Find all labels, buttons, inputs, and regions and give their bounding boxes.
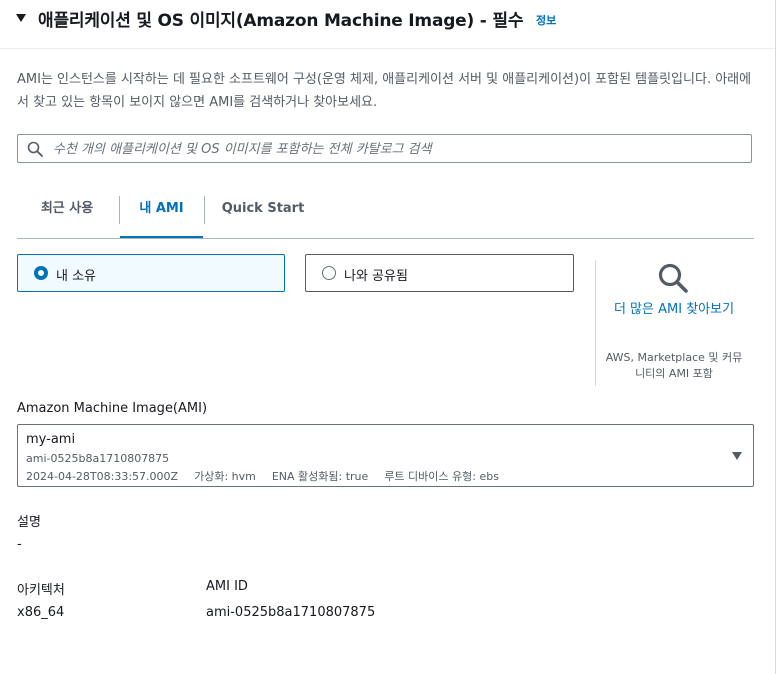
caret-down-icon[interactable]: [16, 14, 26, 22]
shared-with-me-option[interactable]: 나와 공유됨: [305, 254, 574, 292]
ami-name: my-ami: [26, 432, 76, 447]
radio-unselected-icon[interactable]: [322, 266, 336, 280]
architecture-value: x86_64: [17, 605, 65, 620]
ami-id-label: AMI ID: [206, 579, 248, 594]
radio-selected-icon[interactable]: [34, 266, 48, 280]
ami-tabs: 최근 사용 내 AMI Quick Start: [17, 188, 754, 239]
section-title: 애플리케이션 및 OS 이미지(Amazon Machine Image) - …: [38, 11, 524, 31]
tab-divider: [204, 196, 205, 224]
owned-by-me-option[interactable]: 내 소유: [17, 254, 285, 292]
section-header: 애플리케이션 및 OS 이미지(Amazon Machine Image) - …: [0, 0, 775, 49]
description-label: 설명: [17, 515, 41, 530]
ami-id-value: ami-0525b8a1710807875: [206, 605, 376, 620]
ami-id: ami-0525b8a1710807875: [26, 452, 170, 465]
magnifier-icon[interactable]: [657, 262, 689, 294]
info-link[interactable]: 정보: [536, 12, 556, 28]
ami-created: 2024-04-28T08:33:57.000Z: [26, 470, 179, 483]
owned-by-me-label: 내 소유: [56, 269, 97, 284]
search-input[interactable]: [51, 136, 745, 163]
ami-root-device: 루트 디바이스 유형: ebs: [384, 470, 499, 483]
ami-virtualization: 가상화: hvm: [194, 470, 256, 483]
caret-down-icon: [732, 452, 742, 460]
architecture-label: 아키텍처: [17, 583, 65, 598]
browse-note: AWS, Marketplace 및 커뮤니티의 AMI 포함: [605, 351, 743, 380]
ami-select-label: Amazon Machine Image(AMI): [17, 401, 208, 416]
catalog-search[interactable]: [17, 134, 752, 163]
section-description: AMI는 인스턴스를 시작하는 데 필요한 소프트웨어 구성(운영 체제, 애플…: [17, 72, 752, 110]
tab-recent[interactable]: 최근 사용: [17, 188, 117, 236]
vertical-divider: [595, 260, 596, 386]
ami-ena: ENA 활성화됨: true: [271, 470, 369, 483]
ami-select[interactable]: my-ami ami-0525b8a1710807875 2024-04-28T…: [17, 424, 754, 487]
ami-meta: 2024-04-28T08:33:57.000Z 가상화: hvm ENA 활성화됨…: [26, 468, 515, 484]
panel-border: [775, 0, 776, 674]
shared-with-me-label: 나와 공유됨: [344, 269, 408, 284]
description-value: -: [17, 537, 22, 552]
browse-more-amis-link[interactable]: 더 많은 AMI 찾아보기: [604, 298, 744, 321]
search-icon: [27, 141, 43, 157]
tab-quick-start[interactable]: Quick Start: [213, 188, 313, 236]
tab-my-ami[interactable]: 내 AMI: [120, 188, 203, 238]
